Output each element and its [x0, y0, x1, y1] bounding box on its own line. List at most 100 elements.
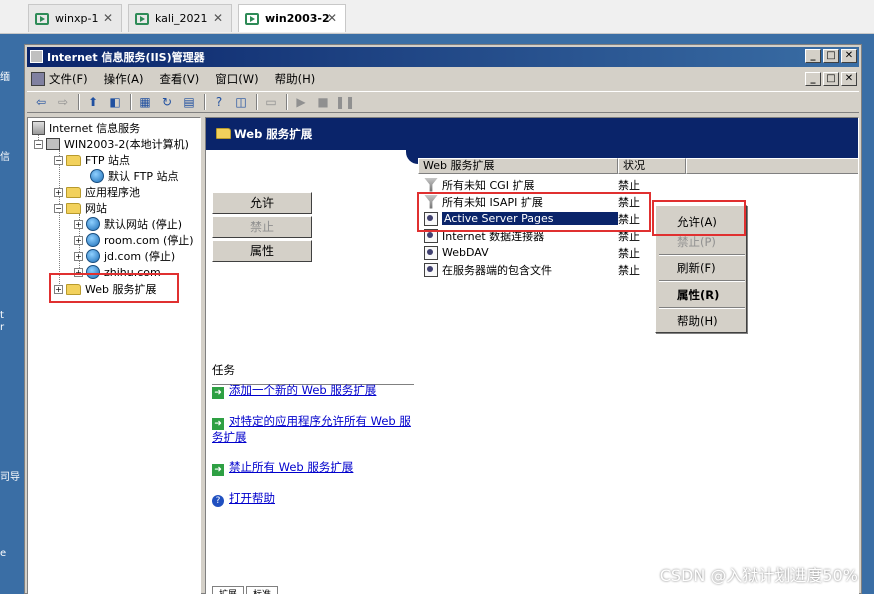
tree-node-ftp-sites[interactable]: − FTP 站点: [54, 152, 130, 168]
properties-icon[interactable]: ▦: [135, 93, 155, 111]
refresh-icon[interactable]: ↻: [157, 93, 177, 111]
highlight-web-extensions: [49, 273, 179, 303]
back-arrow-icon[interactable]: ⇦: [31, 93, 51, 111]
mdi-close-button[interactable]: ✕: [841, 72, 857, 86]
pause-icon[interactable]: ❚❚: [335, 93, 355, 111]
action-pane-icon[interactable]: ◫: [231, 93, 251, 111]
menu-action[interactable]: 操作(A): [104, 71, 144, 87]
highlight-allow-item: [652, 200, 746, 236]
help-icon[interactable]: ?: [209, 93, 229, 111]
desktop-label: 司导: [0, 472, 20, 483]
computer-icon[interactable]: ▭: [261, 93, 281, 111]
tab-extended[interactable]: 扩展: [212, 586, 245, 594]
iis-server-icon: [32, 121, 45, 135]
expand-icon[interactable]: +: [74, 219, 83, 229]
host-tab-win2003[interactable]: win2003-2 ✕: [238, 4, 346, 32]
vm-icon: [245, 12, 259, 25]
context-menu-refresh[interactable]: 刷新(F): [659, 258, 745, 278]
collapse-icon[interactable]: −: [54, 155, 63, 165]
tree-label: room.com (停止): [104, 234, 194, 247]
minimize-button[interactable]: _: [805, 49, 821, 63]
collapse-icon[interactable]: −: [54, 203, 63, 213]
expand-icon[interactable]: +: [54, 187, 63, 197]
tree-node-default-ftp[interactable]: 默认 FTP 站点: [90, 168, 178, 184]
vm-icon: [135, 12, 149, 25]
play-icon[interactable]: ▶: [291, 93, 311, 111]
up-folder-icon[interactable]: ⬆: [83, 93, 103, 111]
column-header-empty: [686, 158, 858, 174]
column-header-status[interactable]: 状况: [618, 158, 686, 174]
deny-button[interactable]: 禁止: [212, 216, 312, 238]
host-tab-bar: winxp-1 ✕ kali_2021 ✕ win2003-2 ✕: [0, 0, 874, 34]
tree-node-computer[interactable]: − WIN2003-2(本地计算机): [34, 136, 189, 152]
task-add-extension[interactable]: ➜ 添加一个新的 Web 服务扩展: [212, 383, 412, 399]
export-icon[interactable]: ▤: [179, 93, 199, 111]
title-bar[interactable]: Internet 信息服务(IIS)管理器 _ □ ✕: [27, 47, 859, 67]
task-open-help[interactable]: ? 打开帮助: [212, 491, 412, 507]
collapse-icon[interactable]: −: [34, 139, 43, 149]
mdi-minimize-button[interactable]: _: [805, 72, 821, 86]
close-icon[interactable]: ✕: [103, 11, 113, 25]
tree-label: 网站: [85, 202, 107, 215]
expand-icon[interactable]: +: [74, 251, 83, 261]
host-tab-winxp[interactable]: winxp-1 ✕: [28, 4, 122, 32]
menu-view[interactable]: 查看(V): [159, 71, 199, 87]
allow-button[interactable]: 允许: [212, 192, 312, 214]
expand-icon[interactable]: +: [74, 235, 83, 245]
context-menu-help[interactable]: 帮助(H): [659, 311, 745, 331]
folder-icon: [216, 128, 231, 139]
folder-icon: [66, 186, 81, 198]
folder-icon: [66, 154, 81, 166]
iis-app-icon: [30, 50, 43, 63]
desktop-label: e: [0, 548, 7, 559]
menu-file[interactable]: 文件(F): [49, 71, 88, 87]
desktop-label: 信: [0, 152, 10, 163]
tree-label: FTP 站点: [85, 154, 130, 167]
mmc-icon[interactable]: [31, 72, 45, 86]
stop-icon[interactable]: ■: [313, 93, 333, 111]
tree-node-default-site[interactable]: + 默认网站 (停止): [74, 216, 182, 232]
tab-standard[interactable]: 标准: [246, 586, 279, 594]
toolbar: ⇦ ⇨ ⬆ ◧ ▦ ↻ ▤ ? ◫ ▭ ▶ ■ ❚❚: [27, 91, 859, 113]
watermark: CSDN @入狱计划进度50%: [659, 566, 858, 585]
tasks-heading: 任务: [212, 363, 235, 377]
maximize-button[interactable]: □: [823, 49, 839, 63]
desktop-label: t: [0, 310, 4, 321]
tree-node-app-pools[interactable]: + 应用程序池: [54, 184, 140, 200]
host-tab-kali[interactable]: kali_2021 ✕: [128, 4, 232, 32]
pane-title: Web 服务扩展: [234, 127, 313, 141]
task-deny-all[interactable]: ➜ 禁止所有 Web 服务扩展: [212, 460, 412, 476]
close-icon[interactable]: ✕: [213, 11, 223, 25]
tree-node-iis[interactable]: Internet 信息服务: [32, 120, 140, 136]
window-title: Internet 信息服务(IIS)管理器: [47, 51, 205, 64]
menu-bar: 文件(F) 操作(A) 查看(V) 窗口(W) 帮助(H) _ □ ✕: [27, 69, 859, 89]
globe-icon: [86, 249, 100, 263]
list-item[interactable]: 所有未知 CGI 扩展 禁止: [418, 176, 858, 193]
folder-icon: [66, 202, 81, 214]
tree-label: 默认 FTP 站点: [108, 170, 179, 183]
globe-icon: [90, 169, 104, 183]
help-circle-icon: ?: [212, 495, 224, 507]
properties-button[interactable]: 属性: [212, 240, 312, 262]
show-tree-icon[interactable]: ◧: [105, 93, 125, 111]
forward-arrow-icon[interactable]: ⇨: [53, 93, 73, 111]
desktop-label: r: [0, 322, 5, 333]
task-allow-all-for-app[interactable]: ➜ 对特定的应用程序允许所有 Web 服务扩展: [212, 414, 412, 445]
tree-node-jd[interactable]: + jd.com (停止): [74, 248, 175, 264]
tree-node-room[interactable]: + room.com (停止): [74, 232, 194, 248]
list-header: Web 服务扩展 状况: [418, 158, 858, 174]
globe-icon: [86, 233, 100, 247]
context-menu-properties[interactable]: 属性(R): [659, 285, 745, 305]
filter-icon: [424, 177, 438, 192]
column-header-name[interactable]: Web 服务扩展: [418, 158, 618, 174]
menu-window[interactable]: 窗口(W): [215, 71, 258, 87]
mdi-restore-button[interactable]: □: [823, 72, 839, 86]
close-icon[interactable]: ✕: [327, 11, 337, 25]
tree-label: jd.com (停止): [104, 250, 176, 263]
tree-node-websites[interactable]: − 网站: [54, 200, 107, 216]
list-item[interactable]: WebDAV 禁止: [418, 244, 858, 261]
menu-help[interactable]: 帮助(H): [275, 71, 316, 87]
list-item[interactable]: 在服务器端的包含文件 禁止: [418, 261, 858, 278]
computer-icon: [46, 138, 60, 150]
close-button[interactable]: ✕: [841, 49, 857, 63]
